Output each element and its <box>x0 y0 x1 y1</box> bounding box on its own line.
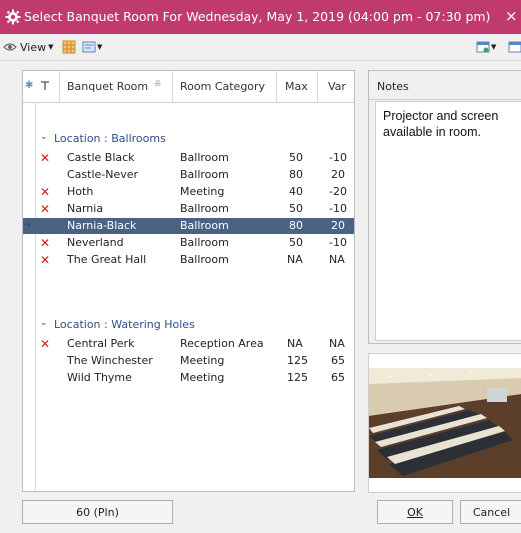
unavailable-x-icon: ✕ <box>40 236 51 250</box>
room-photo-image <box>369 354 521 492</box>
grid-layout-button[interactable] <box>62 38 76 56</box>
grid-header: ✱ Banquet Room ≞ Room Category Max Var <box>23 71 354 103</box>
table-row[interactable]: ✕ Central Perk Reception Area NA NA <box>23 336 354 352</box>
list-filter-icon <box>82 41 96 53</box>
gear-icon <box>5 9 21 25</box>
chevron-down-icon: ▼ <box>491 43 497 51</box>
column-header-max[interactable]: Max <box>285 80 308 93</box>
notes-header: Notes <box>369 71 521 100</box>
notes-title: Notes <box>377 80 409 93</box>
unavailable-x-icon: ✕ <box>40 151 51 165</box>
window-title: Select Banquet Room For Wednesday, May 1… <box>24 9 491 24</box>
room-photo <box>368 353 521 493</box>
unavailable-x-icon: ✕ <box>40 337 51 351</box>
current-row-arrow-icon: → <box>22 218 32 231</box>
column-header-var[interactable]: Var <box>328 80 346 93</box>
table-row-selected[interactable]: → Narnia-Black Ballroom 80 20 <box>23 218 354 234</box>
group-header-ballrooms[interactable]: ⌄ Location : Ballrooms <box>23 131 354 147</box>
count-label: 60 (Pln) <box>76 505 119 519</box>
notes-panel: Notes Projector and screen available in … <box>368 70 521 344</box>
chevron-down-icon: ▼ <box>97 43 103 51</box>
ok-button[interactable]: OK <box>377 500 453 524</box>
window-icon <box>508 41 521 53</box>
view-dropdown-button[interactable]: View ▼ <box>3 38 54 56</box>
row-selector-icon: ✱ <box>25 80 34 91</box>
cancel-label: Cancel <box>472 505 511 519</box>
layout-options-button[interactable]: ▼ <box>476 38 496 56</box>
table-row[interactable]: ✕ Hoth Meeting 40 -20 <box>23 184 354 200</box>
cancel-button[interactable]: Cancel <box>460 500 521 524</box>
window-button[interactable] <box>508 38 521 56</box>
banquet-room-grid[interactable]: ✱ Banquet Room ≞ Room Category Max Var ⌄… <box>22 70 355 492</box>
notes-text: Projector and screen available in room. <box>383 109 499 139</box>
table-row[interactable]: ✕ Narnia Ballroom 50 -10 <box>23 201 354 217</box>
table-row[interactable]: Castle-Never Ballroom 80 20 <box>23 167 354 183</box>
ok-label: OK <box>407 505 423 519</box>
close-icon[interactable]: × <box>505 7 518 25</box>
table-row[interactable]: ✕ Castle Black Ballroom 50 -10 <box>23 150 354 166</box>
group-header-watering-holes[interactable]: ⌄ Location : Watering Holes <box>23 317 354 333</box>
table-row[interactable]: The Winchester Meeting 125 65 <box>23 353 354 369</box>
unavailable-x-icon: ✕ <box>40 253 51 267</box>
table-row[interactable]: ✕ Neverland Ballroom 50 -10 <box>23 235 354 251</box>
title-bar: Select Banquet Room For Wednesday, May 1… <box>0 0 521 34</box>
pin-icon[interactable] <box>40 81 50 91</box>
eye-icon <box>3 43 17 51</box>
chevron-down-icon: ▼ <box>48 43 54 51</box>
table-row[interactable]: ✕ The Great Hall Ballroom NA NA <box>23 252 354 268</box>
unavailable-x-icon: ✕ <box>40 185 51 199</box>
view-label: View <box>20 40 47 54</box>
window-layout-icon <box>476 41 490 53</box>
unavailable-x-icon: ✕ <box>40 202 51 216</box>
column-header-banquet-room[interactable]: Banquet Room <box>67 80 148 93</box>
chevron-down-icon[interactable]: ⌄ <box>40 132 48 142</box>
count-display: 60 (Pln) <box>22 500 173 524</box>
notes-textbox[interactable]: Projector and screen available in room. <box>375 101 521 341</box>
chevron-down-icon[interactable]: ⌄ <box>40 318 48 328</box>
column-header-room-category[interactable]: Room Category <box>180 80 265 93</box>
table-row[interactable]: Wild Thyme Meeting 125 65 <box>23 370 354 386</box>
filter-dropdown-button[interactable]: ▼ <box>82 38 102 56</box>
sort-icon[interactable]: ≞ <box>154 80 162 90</box>
toolbar: View ▼ ▼ ▼ <box>0 34 521 61</box>
grid-icon <box>62 40 76 54</box>
